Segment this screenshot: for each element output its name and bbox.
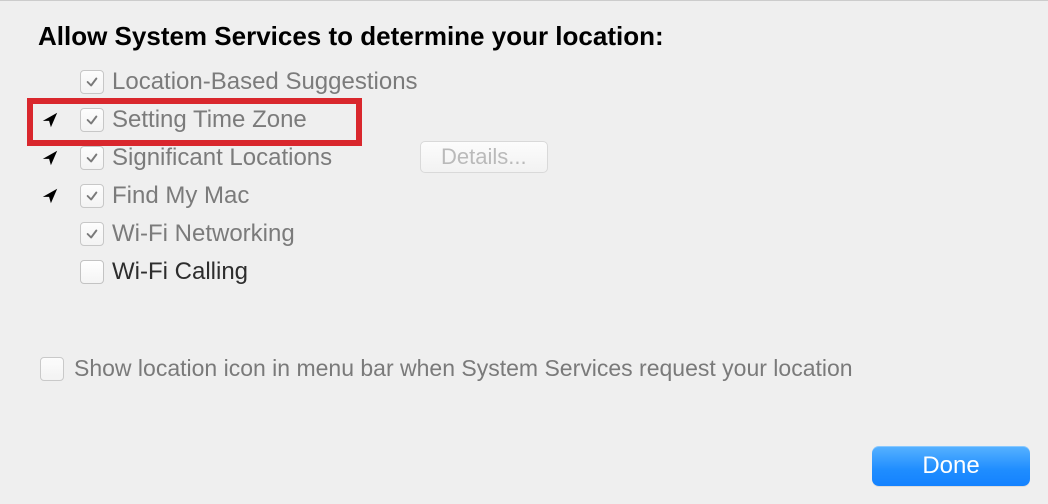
service-label: Wi-Fi Calling	[112, 260, 248, 284]
service-row: Location-Based Suggestions	[40, 63, 740, 101]
service-row: Wi-Fi Calling	[40, 253, 740, 291]
service-checkbox-location-based-suggestions[interactable]	[80, 70, 104, 94]
location-active-icon	[40, 186, 60, 206]
annotation-highlight	[27, 98, 362, 146]
service-checkbox-wifi-networking[interactable]	[80, 222, 104, 246]
location-active-icon	[40, 148, 60, 168]
details-button[interactable]: Details...	[420, 141, 548, 173]
system-services-dialog: Allow System Services to determine your …	[0, 0, 1048, 504]
menubar-toggle-label: Show location icon in menu bar when Syst…	[74, 355, 853, 382]
service-checkbox-significant-locations[interactable]	[80, 146, 104, 170]
service-label: Significant Locations	[112, 146, 332, 170]
service-row: Find My Mac	[40, 177, 740, 215]
page-title: Allow System Services to determine your …	[38, 21, 664, 52]
menubar-toggle-row: Show location icon in menu bar when Syst…	[40, 355, 853, 382]
service-label: Find My Mac	[112, 184, 249, 208]
service-checkbox-wifi-calling[interactable]	[80, 260, 104, 284]
service-label: Wi-Fi Networking	[112, 222, 295, 246]
menubar-toggle-checkbox[interactable]	[40, 357, 64, 381]
done-button[interactable]: Done	[872, 446, 1030, 486]
service-row: Wi-Fi Networking	[40, 215, 740, 253]
service-checkbox-find-my-mac[interactable]	[80, 184, 104, 208]
service-label: Location-Based Suggestions	[112, 70, 418, 94]
